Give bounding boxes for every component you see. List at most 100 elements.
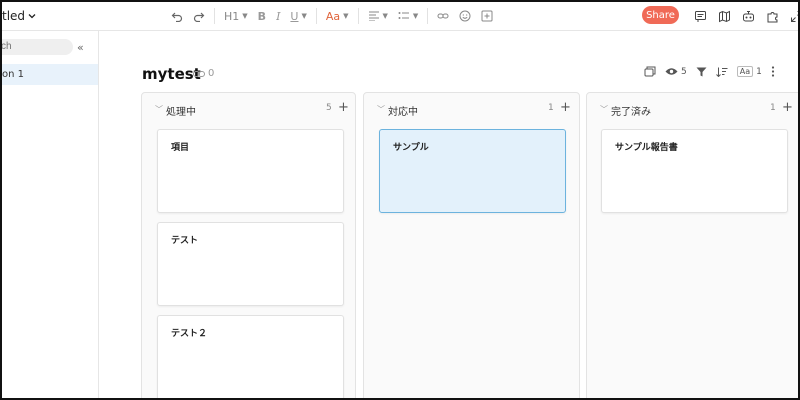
board-column: ﹀ 完了済み 1 + サンプル報告書 — [586, 92, 798, 398]
puzzle-icon — [767, 11, 778, 22]
more-vertical-icon — [771, 66, 774, 77]
card-title: サンプル報告書 — [615, 143, 678, 153]
expand-icon — [791, 10, 798, 22]
redo-button[interactable] — [188, 8, 210, 24]
link-icon — [437, 13, 449, 19]
bold-label: B — [257, 9, 267, 23]
card-title: テスト２ — [171, 329, 208, 339]
board-card-selected[interactable]: サンプル — [379, 129, 566, 213]
smiley-icon — [459, 10, 471, 22]
visibility-button[interactable]: 5 — [665, 67, 687, 77]
backlinks-counter[interactable]: 0 — [193, 68, 214, 79]
more-options-button[interactable] — [771, 66, 775, 77]
eye-icon — [665, 68, 678, 75]
add-card-button[interactable]: + — [560, 100, 571, 115]
list-dropdown[interactable]: ▼ — [393, 8, 423, 24]
toolbar-divider — [214, 8, 215, 24]
emoji-button[interactable] — [454, 8, 476, 24]
board-card[interactable]: テスト — [157, 222, 344, 306]
layers-icon — [644, 66, 656, 77]
chevron-down-icon[interactable]: ﹀ — [600, 104, 608, 115]
insert-block-button[interactable] — [476, 8, 498, 24]
text-color-dropdown[interactable]: Aa ▼ — [321, 8, 354, 24]
toolbar-right-group — [690, 8, 798, 24]
toolbar-divider — [427, 8, 429, 24]
underline-button[interactable]: U ▼ — [285, 8, 311, 24]
comments-button[interactable] — [690, 8, 711, 24]
caret-down-icon: ▼ — [382, 12, 388, 20]
column-title: 完了済み — [611, 107, 651, 118]
caret-down-icon: ▼ — [412, 12, 419, 20]
document-title-menu[interactable]: tled — [2, 9, 36, 23]
column-count: 1 — [770, 103, 776, 113]
insert-link-button[interactable] — [432, 8, 454, 24]
italic-label: I — [276, 9, 281, 23]
board-card[interactable]: サンプル報告書 — [601, 129, 788, 213]
comment-icon — [695, 10, 706, 22]
app-window: tled H1 ▼ B I U ▼ Aa ▼ ▼ ▼ Share ch « on… — [0, 0, 800, 400]
assistant-button[interactable] — [738, 8, 759, 24]
caret-down-icon: ▼ — [343, 12, 349, 20]
sidebar: « on 1 — [2, 31, 99, 398]
filter-button[interactable] — [696, 67, 707, 77]
card-title: サンプル — [393, 143, 429, 153]
robot-icon — [743, 10, 754, 21]
document-title: tled — [2, 9, 26, 23]
sort-icon — [715, 67, 728, 77]
redo-icon — [193, 12, 205, 22]
caret-down-icon: ▼ — [301, 12, 307, 20]
align-dropdown[interactable]: ▼ — [363, 8, 393, 24]
italic-button[interactable]: I — [271, 8, 285, 24]
font-size-button[interactable]: Aa 1 — [736, 66, 762, 77]
toolbar-divider — [315, 8, 317, 24]
column-header: ﹀ 完了済み 1 + — [587, 100, 798, 118]
map-icon — [719, 10, 730, 22]
backlinks-count: 0 — [208, 68, 215, 79]
share-button[interactable]: Share — [642, 6, 679, 24]
column-title: 対応中 — [388, 107, 418, 118]
column-count: 1 — [548, 103, 554, 113]
card-title: 項目 — [171, 143, 190, 153]
heading-dropdown[interactable]: H1 ▼ — [219, 8, 253, 24]
font-size-label: Aa — [736, 66, 754, 77]
column-header: ﹀ 対応中 1 + — [364, 100, 579, 118]
fullscreen-button[interactable] — [786, 8, 798, 24]
sort-button[interactable] — [715, 67, 728, 77]
board-card[interactable]: テスト２ — [157, 315, 344, 398]
visible-count: 5 — [681, 66, 687, 77]
card-title: テスト — [171, 236, 199, 246]
board-view-tools: 5 Aa 1 — [644, 66, 775, 77]
map-button[interactable] — [714, 8, 735, 24]
filter-icon — [696, 67, 707, 76]
underline-label: U — [290, 9, 299, 23]
column-header: ﹀ 処理中 5 + — [142, 100, 355, 118]
history-group: H1 ▼ B I U ▼ Aa ▼ ▼ ▼ — [166, 8, 498, 24]
text-color-label: Aa — [325, 9, 341, 23]
chevron-down-icon[interactable]: ﹀ — [155, 104, 163, 115]
sidebar-item-selected[interactable]: on 1 — [2, 64, 98, 85]
font-size-value: 1 — [756, 66, 762, 77]
search-input[interactable] — [2, 39, 73, 55]
add-card-button[interactable]: + — [338, 100, 349, 115]
chevron-down-icon[interactable]: ﹀ — [377, 104, 385, 115]
extensions-button[interactable] — [762, 8, 783, 24]
add-card-button[interactable]: + — [782, 100, 793, 115]
undo-button[interactable] — [166, 8, 188, 24]
add-box-icon — [481, 10, 493, 22]
caret-down-icon: ▼ — [242, 12, 248, 20]
board-column: ﹀ 対応中 1 + サンプル — [363, 92, 580, 398]
chevron-down-icon — [28, 9, 36, 23]
align-left-icon — [368, 11, 379, 21]
board-card[interactable]: 項目 — [157, 129, 344, 213]
card-layout-button[interactable] — [644, 66, 656, 77]
heading-label: H1 — [224, 9, 240, 23]
column-count: 5 — [326, 103, 332, 113]
collapse-sidebar-icon[interactable]: « — [77, 41, 84, 54]
undo-icon — [171, 12, 183, 22]
sidebar-item-label: on 1 — [2, 69, 24, 80]
bold-button[interactable]: B — [253, 8, 271, 24]
board-column: ﹀ 処理中 5 + 項目 テスト テスト２ — [141, 92, 356, 398]
bullet-list-icon — [398, 12, 409, 19]
toolbar-divider — [357, 8, 359, 24]
editor-toolbar: tled H1 ▼ B I U ▼ Aa ▼ ▼ ▼ Share — [2, 2, 798, 31]
